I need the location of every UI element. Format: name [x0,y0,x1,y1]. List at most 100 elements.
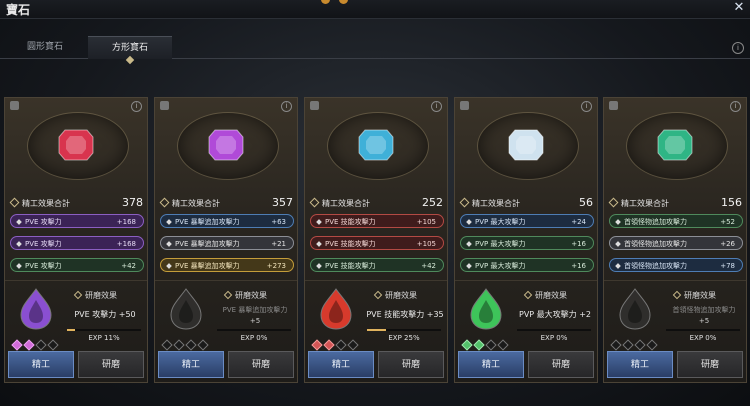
craft-stat-row[interactable]: PVE 攻擊力 +168 [10,236,144,250]
craft-stat-label: 首領怪物追加攻擊力 [624,218,687,226]
gem-tabs: 圓形寶石 方形寶石 [0,36,750,59]
craft-stat-row[interactable]: PVP 最大攻擊力 +16 [460,258,594,272]
close-icon[interactable]: ✕ [732,1,746,15]
craft-stat-row[interactable]: 首領怪物追加攻擊力 +52 [609,214,743,228]
divider [604,280,746,281]
polish-level-pip [646,339,658,351]
polish-label: 研磨效果 [235,291,267,300]
craft-stat-value: +168 [116,240,136,248]
craft-stat-row[interactable]: PVE 暴擊追加攻擊力 +273 [160,258,294,272]
polish-stat: PVE 暴擊追加攻擊力 [222,306,288,314]
polish-level-pip [11,339,23,351]
craft-button[interactable]: 精工 [8,351,74,378]
diamond-icon [373,290,383,300]
craft-total-value: 156 [721,196,742,209]
polish-label: 研磨效果 [385,291,417,300]
diamond-icon [73,290,83,300]
craft-total-label: 精工效果合計 [22,199,70,208]
polish-button[interactable]: 研磨 [78,351,144,378]
gem-card: i 精工效果合計 252 PVE 技能攻擊力 +105 PVE 技能攻擊力 +105 PVE … [304,97,448,383]
polish-level-pip [47,339,59,351]
craft-stat-row[interactable]: PVE 技能攻擊力 +105 [310,236,444,250]
craft-stat-row[interactable]: PVP 最大攻擊力 +24 [460,214,594,228]
craft-stat-row[interactable]: PVP 最大攻擊力 +16 [460,236,594,250]
craft-stat-row[interactable]: PVE 暴擊追加攻擊力 +63 [160,214,294,228]
diamond-icon [159,197,170,208]
exp-text: EXP 0% [689,334,717,342]
craft-stat-value: +42 [421,262,436,270]
diamond-icon [459,197,470,208]
info-icon[interactable]: i [281,101,292,112]
polish-button[interactable]: 研磨 [228,351,294,378]
craft-button[interactable]: 精工 [607,351,673,378]
craft-stat-label: PVE 攻擊力 [25,262,62,270]
coin-icon [321,0,330,4]
info-icon[interactable]: i [732,42,744,54]
tab-round-gem[interactable]: 圓形寶石 [6,36,84,58]
polish-level-pip [23,339,35,351]
craft-stat-row[interactable]: PVE 技能攻擊力 +105 [310,214,444,228]
craft-stat-row[interactable]: PVE 攻擊力 +42 [10,258,144,272]
craft-stat-row[interactable]: 首領怪物追加攻擊力 +78 [609,258,743,272]
polish-gem-icon [320,288,352,330]
polish-level-pip [185,339,197,351]
craft-total: 精工效果合計 56 [459,196,593,210]
craft-stat-value: +63 [271,218,286,226]
polish-title: 研磨效果 [523,290,593,301]
polish-level-pip [461,339,473,351]
polish-level-pip [197,339,209,351]
stat-diamond-icon [166,218,172,225]
craft-button[interactable]: 精工 [458,351,524,378]
exp-progress-bar [67,329,141,331]
craft-total: 精工效果合計 156 [608,196,742,210]
info-icon[interactable]: i [581,101,592,112]
gem-card: i 精工效果合計 378 PVE 攻擊力 +168 PVE 攻擊力 +168 PVE 攻擊力 +… [4,97,148,383]
craft-stat-label: PVE 暴擊追加攻擊力 [175,218,240,226]
info-icon[interactable]: i [431,101,442,112]
craft-button[interactable]: 精工 [158,351,224,378]
craft-stat-value: +273 [266,262,286,270]
lock-icon[interactable] [460,101,469,110]
craft-stat-label: PVP 最大攻擊力 [475,262,526,270]
info-icon[interactable]: i [131,101,142,112]
lock-icon[interactable] [10,101,19,110]
polish-level-pip [311,339,323,351]
divider [5,280,147,281]
craft-stat-value: +16 [571,240,586,248]
stat-diamond-icon [316,218,322,225]
polish-level-pip [622,339,634,351]
currency-bar [318,0,351,5]
lock-icon[interactable] [609,101,618,110]
polish-title: 研磨效果 [373,290,443,301]
craft-stat-row[interactable]: PVE 技能攻擊力 +42 [310,258,444,272]
craft-stat-label: PVE 技能攻擊力 [325,262,376,270]
craft-total: 精工效果合計 378 [9,196,143,210]
polish-title: 研磨效果 [73,290,143,301]
polish-level-pip [485,339,497,351]
polish-stat: PVE 攻擊力 +50 [74,310,136,319]
lock-icon[interactable] [160,101,169,110]
craft-stat-row[interactable]: 首領怪物追加攻擊力 +26 [609,236,743,250]
tab-square-gem[interactable]: 方形寶石 [88,36,172,59]
craft-stat-row[interactable]: PVE 攻擊力 +168 [10,214,144,228]
stat-diamond-icon [16,262,22,269]
craft-stat-label: PVP 最大攻擊力 [475,218,526,226]
polish-button[interactable]: 研磨 [378,351,444,378]
craft-total-label: 精工效果合計 [621,199,669,208]
stat-diamond-icon [166,262,172,269]
exp-progress-bar [666,329,740,331]
window-title-bar: 寶石 ✕ [0,0,750,19]
info-icon[interactable]: i [730,101,741,112]
lock-icon[interactable] [310,101,319,110]
craft-stat-row[interactable]: PVE 暴擊追加攻擊力 +21 [160,236,294,250]
polish-button[interactable]: 研磨 [528,351,594,378]
polish-stat-value: +5 [698,317,710,325]
craft-stat-value: +42 [121,262,136,270]
craft-stat-label: PVP 最大攻擊力 [475,240,526,248]
polish-button[interactable]: 研磨 [677,351,743,378]
craft-stat-label: 首領怪物追加攻擊力 [624,240,687,248]
craft-stat-value: +21 [271,240,286,248]
polish-level-pips [11,334,61,351]
polish-title: 研磨效果 [223,290,293,301]
craft-button[interactable]: 精工 [308,351,374,378]
